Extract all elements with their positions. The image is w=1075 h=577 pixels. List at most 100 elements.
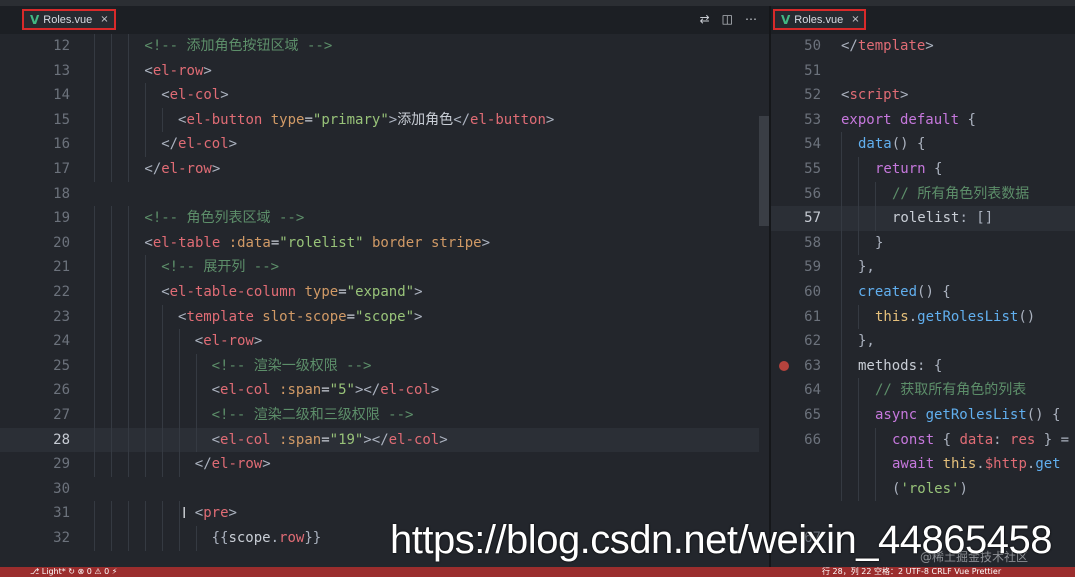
- indent-guide: [94, 427, 95, 453]
- code-line[interactable]: 53 export default {: [771, 108, 1075, 133]
- code-line[interactable]: 52 <script>: [771, 83, 1075, 108]
- code-token: "rolelist": [279, 234, 364, 251]
- code-token: "scope": [355, 308, 415, 325]
- indent-guide: [128, 378, 129, 403]
- code-line[interactable]: 13 <el-row>: [0, 58, 769, 84]
- code-line[interactable]: 25 <!-- 渲染一级权限 -->: [0, 353, 769, 379]
- code-line[interactable]: ('roles'): [771, 476, 1075, 502]
- code-line[interactable]: await this.$http.get: [771, 452, 1075, 477]
- code-line[interactable]: 62},: [771, 329, 1075, 354]
- code-line[interactable]: 59},: [771, 255, 1075, 280]
- indent-guide: [841, 378, 842, 403]
- code-line[interactable]: 30: [0, 477, 769, 502]
- code-token: el-button: [470, 111, 546, 128]
- indent-guide: [841, 304, 842, 330]
- indent-guide: [111, 353, 112, 379]
- indent-guide: [145, 403, 146, 428]
- code-text: async getRolesList() {: [875, 403, 1060, 428]
- code-line[interactable]: 21 <!-- 展开列 -->: [0, 255, 769, 280]
- code-token: el-col: [220, 382, 280, 399]
- tab-roles-vue-left[interactable]: V Roles.vue ×: [22, 9, 116, 30]
- right-editor-pane: V Roles.vue × 50 </template> 51 52 <script> 5…: [771, 6, 1075, 567]
- line-number: 13: [53, 62, 70, 79]
- indent-guide: [111, 206, 112, 231]
- left-editor-pane: V Roles.vue × ⇄ ◫ ⋯ 12 <!-- 添加角色按钮区域 --> 1…: [0, 6, 769, 567]
- code-token: >: [211, 161, 221, 177]
- code-token: el-col: [220, 431, 280, 448]
- code-text: <el-table :data="rolelist" border stripe…: [144, 231, 490, 256]
- code-line[interactable]: 23 <template slot-scope="scope">: [0, 304, 769, 330]
- code-line[interactable]: 24 <el-row>: [0, 329, 769, 354]
- code-line[interactable]: 63 methods: {: [771, 353, 1075, 379]
- close-tab-icon[interactable]: ×: [851, 14, 859, 25]
- code-line[interactable]: 28 <el-col :span="19"></el-col>: [0, 427, 769, 453]
- code-line[interactable]: 60 created() {: [771, 280, 1075, 305]
- code-line[interactable]: 18: [0, 182, 769, 207]
- code-line[interactable]: 58}: [771, 230, 1075, 256]
- indent-guide: [111, 230, 112, 256]
- line-number: 26: [53, 382, 70, 399]
- line-number: 54: [804, 136, 821, 153]
- code-text: </el-col>: [161, 132, 237, 157]
- status-left[interactable]: ⎇ Light* ↻ ⊗ 0 ⚠ 0 ⚡: [30, 567, 117, 577]
- line-number: 53: [804, 111, 821, 128]
- right-code-area[interactable]: 50 </template> 51 52 <script> 53 export defaul…: [771, 34, 1075, 567]
- code-line[interactable]: 54 data() {: [771, 132, 1075, 157]
- code-line[interactable]: 66 const { data: res } =: [771, 427, 1075, 453]
- code-token: <: [144, 234, 153, 251]
- left-code-area[interactable]: 12 <!-- 添加角色按钮区域 --> 13 <el-row> 14 <el-col> 1…: [0, 34, 769, 567]
- left-tab-bar: V Roles.vue × ⇄ ◫ ⋯: [0, 6, 769, 34]
- code-line[interactable]: 61 this.getRolesList(): [771, 304, 1075, 330]
- code-line[interactable]: 65 async getRolesList() {: [771, 403, 1075, 428]
- code-token: el-button: [186, 111, 271, 128]
- code-line[interactable]: 20 <el-table :data="rolelist" border stri…: [0, 230, 769, 256]
- code-line[interactable]: 19 <!-- 角色列表区域 -->: [0, 206, 769, 231]
- code-text: rolelist: []: [892, 206, 993, 231]
- indent-guide: [111, 132, 112, 157]
- indent-guide: [128, 255, 129, 280]
- code-line[interactable]: 16 </el-col>: [0, 132, 769, 157]
- code-token: >: [228, 505, 237, 522]
- indent-guide: [94, 132, 95, 157]
- code-line[interactable]: 51: [771, 59, 1075, 84]
- tab-label: Roles.vue: [43, 13, 93, 26]
- indent-guide: [858, 206, 859, 231]
- code-token: get: [1035, 456, 1061, 473]
- code-text: <!-- 角色列表区域 -->: [144, 206, 304, 231]
- close-tab-icon[interactable]: ×: [100, 14, 108, 25]
- left-scroll-thumb[interactable]: [759, 116, 769, 226]
- code-line[interactable]: 27 <!-- 渲染二级和三级权限 -->: [0, 403, 769, 428]
- code-line[interactable]: 50 </template>: [771, 34, 1075, 59]
- split-editor-icon[interactable]: ◫: [722, 12, 733, 26]
- code-line[interactable]: 64 // 获取所有角色的列表: [771, 378, 1075, 403]
- code-line[interactable]: 14 <el-col>: [0, 83, 769, 108]
- tab-roles-vue-right[interactable]: V Roles.vue ×: [773, 9, 866, 30]
- line-number: 22: [53, 284, 70, 300]
- indent-guide: [875, 427, 876, 453]
- left-scrollbar[interactable]: [759, 34, 769, 567]
- indent-guide: [128, 83, 129, 108]
- more-actions-icon[interactable]: ⋯: [745, 12, 757, 26]
- code-token: </: [194, 456, 212, 473]
- code-token: border stripe: [363, 234, 482, 251]
- status-right[interactable]: 行 28，列 22 空格：2 UTF-8 CRLF Vue Prettier: [822, 567, 1001, 577]
- code-line[interactable]: 15 <el-button type="primary">添加角色</el-but…: [0, 107, 769, 133]
- code-token: }}: [304, 530, 322, 546]
- code-token: >: [430, 382, 440, 399]
- code-line[interactable]: 12 <!-- 添加角色按钮区域 -->: [0, 34, 769, 59]
- indent-guide: [94, 58, 95, 84]
- code-line[interactable]: 55 return {: [771, 157, 1075, 182]
- code-line[interactable]: 17 </el-row>: [0, 157, 769, 182]
- code-line[interactable]: 22 <el-table-column type="expand">: [0, 280, 769, 305]
- code-token: {: [967, 111, 976, 128]
- code-line[interactable]: 56 // 所有角色列表数据: [771, 181, 1075, 207]
- indent-guide: [162, 427, 163, 453]
- open-changes-icon[interactable]: ⇄: [700, 12, 710, 26]
- indent-guide: [162, 403, 163, 428]
- line-number: 57: [804, 210, 821, 227]
- code-token: $http: [984, 456, 1027, 473]
- code-token: <!-- 添加角色按钮区域 -->: [144, 38, 333, 54]
- code-line[interactable]: 57 rolelist: []: [771, 206, 1075, 231]
- code-line[interactable]: 29 </el-row>: [0, 452, 769, 477]
- code-line[interactable]: 26 <el-col :span="5"></el-col>: [0, 378, 769, 403]
